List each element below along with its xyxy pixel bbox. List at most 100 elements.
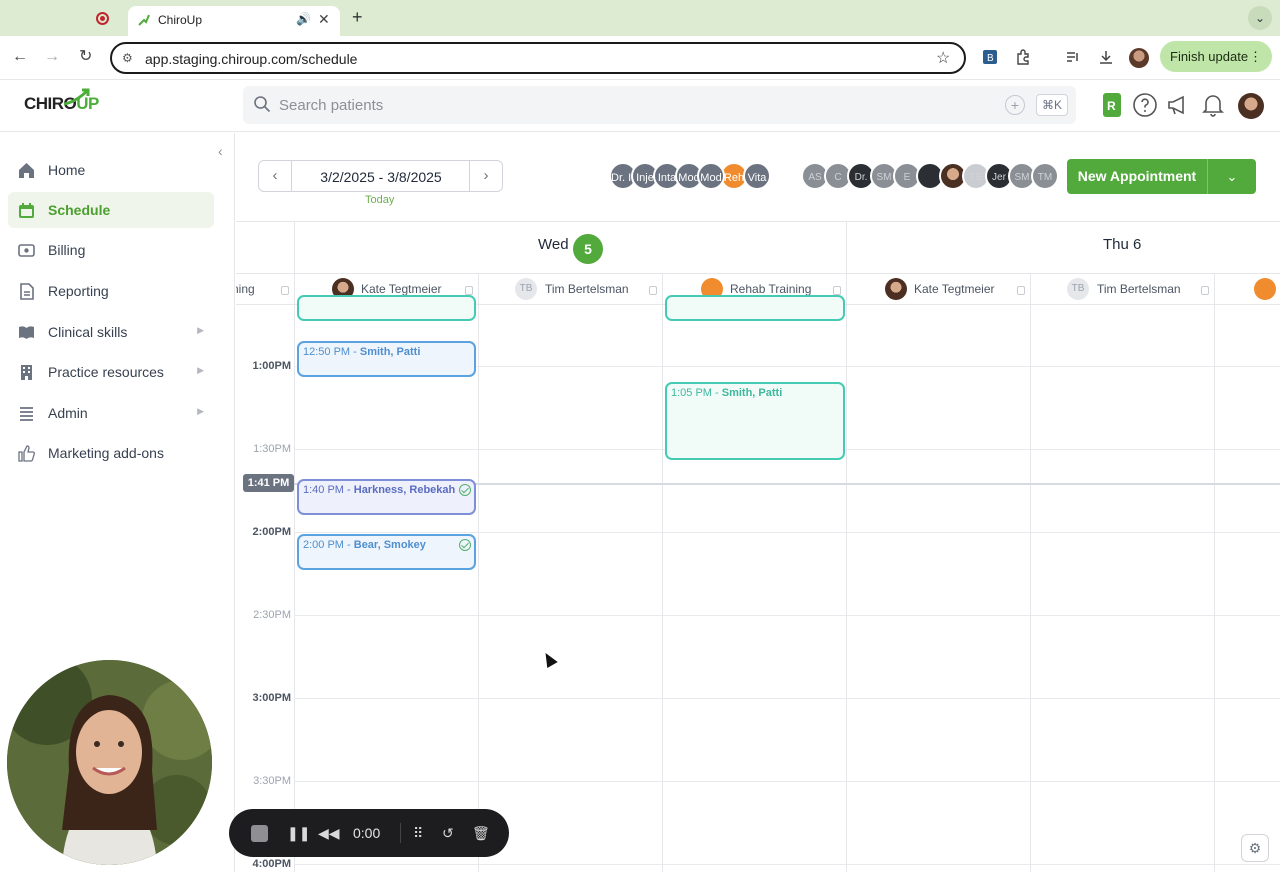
sidebar-item-label: Admin	[48, 405, 88, 421]
chevron-down-icon[interactable]: ⌄	[1207, 159, 1256, 194]
media-controls-icon[interactable]	[1065, 49, 1081, 65]
lock-icon[interactable]	[1201, 286, 1209, 295]
logo-swoosh-icon	[63, 88, 90, 106]
lock-icon[interactable]	[649, 286, 657, 295]
lock-icon[interactable]	[1017, 286, 1025, 295]
sidebar-item-label: Home	[48, 162, 86, 178]
time-label: 1:00PM	[252, 360, 291, 372]
user-avatar[interactable]	[1238, 93, 1264, 119]
site-settings-icon[interactable]: ⚙	[122, 51, 133, 65]
close-icon[interactable]: ✕	[318, 11, 330, 28]
forward-arrow-icon[interactable]: →	[44, 48, 60, 66]
chiroup-favicon-icon	[138, 14, 150, 26]
schedule-grid[interactable]: 1:00PM 1:30PM 2:00PM 2:30PM 3:00PM 3:30P…	[236, 295, 1280, 872]
trash-icon[interactable]: 🗑	[472, 824, 490, 842]
drag-handle-icon[interactable]: ⠿	[413, 824, 423, 842]
lock-icon[interactable]	[465, 286, 473, 295]
recording-tab-icon[interactable]	[96, 12, 109, 25]
provider-name: Tim Bertelsman	[1097, 282, 1181, 296]
bookmark-star-icon[interactable]: ☆	[936, 48, 950, 68]
filter-chip[interactable]: Mod	[697, 162, 725, 190]
new-appointment-button[interactable]: New Appointment ⌄	[1067, 159, 1256, 194]
restart-icon[interactable]: ↺	[442, 824, 454, 842]
appointment-block[interactable]	[297, 295, 476, 321]
lock-icon[interactable]	[833, 286, 841, 295]
sidebar-item-reporting[interactable]: Reporting	[8, 273, 214, 309]
lock-icon[interactable]	[281, 286, 289, 295]
today-link[interactable]: Today	[365, 194, 394, 206]
appointment-block[interactable]: 1:40 PM - Harkness, Rebekah	[297, 479, 476, 515]
finish-update-button[interactable]: Finish update ⋮	[1160, 41, 1272, 72]
collapse-sidebar-chevron-icon[interactable]: ‹	[218, 143, 223, 159]
previous-week-chevron-icon[interactable]: ‹	[259, 161, 292, 191]
extension-b-icon[interactable]: B	[982, 49, 998, 65]
date-range-label[interactable]: 3/2/2025 - 3/8/2025	[292, 169, 470, 185]
patient-search-input[interactable]: Search patients + ⌘K	[243, 86, 1076, 124]
staff-chip[interactable]: TM	[1031, 162, 1059, 190]
sidebar-item-admin[interactable]: Admin ▶	[8, 395, 214, 431]
sidebar-item-clinical-skills[interactable]: Clinical skills ▶	[8, 314, 214, 350]
provider-column-header[interactable]: Kate Tegtmeier	[846, 274, 1030, 305]
divider	[846, 222, 847, 275]
browser-profile-avatar[interactable]	[1129, 48, 1149, 68]
sidebar-item-schedule[interactable]: Schedule	[8, 192, 214, 228]
appointment-time: 1:40 PM	[303, 484, 344, 496]
report-icon	[20, 283, 34, 300]
sidebar-item-label: Practice resources	[48, 364, 164, 380]
prescription-icon[interactable]: R	[1099, 92, 1125, 118]
sidebar-item-billing[interactable]: Billing	[8, 232, 214, 268]
sidebar-item-label: Marketing add-ons	[48, 445, 164, 461]
schedule-main: ‹ 3/2/2025 - 3/8/2025 › Today Dr. Ima In…	[236, 133, 1280, 872]
divider	[1214, 274, 1215, 305]
gridline	[294, 781, 1280, 782]
notifications-bell-icon[interactable]	[1200, 92, 1226, 118]
browser-tab-chiroup[interactable]: ChiroUp 🔊 ✕	[128, 6, 340, 36]
day-label-wed[interactable]: Wed	[538, 236, 569, 253]
new-tab-button[interactable]: +	[352, 8, 363, 26]
extensions-puzzle-icon[interactable]	[1015, 49, 1031, 65]
today-date-badge[interactable]: 5	[573, 234, 603, 264]
speaker-icon[interactable]: 🔊	[296, 12, 311, 26]
stop-recording-button[interactable]	[251, 825, 268, 842]
appointment-block[interactable]	[665, 295, 845, 321]
day-label-thu[interactable]: Thu 6	[1103, 236, 1141, 253]
appointment-patient: Smith, Patti	[359, 346, 421, 358]
tab-search-chevron-icon[interactable]: ⌄	[1248, 6, 1272, 30]
submenu-arrow-icon: ▶	[197, 365, 204, 375]
billing-icon	[18, 244, 35, 257]
filter-chip[interactable]: Vita	[743, 162, 771, 190]
checked-in-icon	[459, 539, 471, 551]
megaphone-icon[interactable]	[1166, 92, 1192, 118]
time-label: 2:00PM	[252, 526, 291, 538]
reload-icon[interactable]: ↻	[79, 48, 92, 66]
next-week-chevron-icon[interactable]: ›	[469, 161, 502, 191]
search-shortcut-badge: ⌘K	[1036, 94, 1069, 116]
checked-in-icon	[459, 484, 471, 496]
sidebar-item-marketing-add-ons[interactable]: Marketing add-ons	[8, 435, 214, 471]
rewind-icon[interactable]: ◀◀	[318, 824, 340, 842]
appointment-block[interactable]: 12:50 PM - Smith, Patti	[297, 341, 476, 377]
pause-icon[interactable]: ❚❚	[287, 824, 310, 842]
svg-text:B: B	[987, 53, 994, 64]
column-divider	[294, 305, 295, 872]
time-label: 3:30PM	[253, 775, 291, 787]
address-bar[interactable]: ⚙ app.staging.chiroup.com/schedule ☆	[110, 42, 966, 74]
sidebar-item-practice-resources[interactable]: Practice resources ▶	[8, 354, 214, 390]
appointment-block[interactable]: 2:00 PM - Bear, Smokey	[297, 534, 476, 570]
time-label: 3:00PM	[252, 692, 291, 704]
provider-avatar: TB	[515, 278, 537, 300]
provider-column-header[interactable]: TB Tim Bertelsman	[478, 274, 662, 305]
provider-column-header[interactable]: TB Tim Bertelsman	[1030, 274, 1214, 305]
sidebar-item-home[interactable]: Home	[8, 152, 214, 188]
divider	[662, 274, 663, 305]
provider-column-header[interactable]	[1214, 274, 1280, 305]
provider-column-header[interactable]: ning	[236, 274, 294, 305]
divider	[846, 274, 847, 305]
webcam-overlay[interactable]	[7, 660, 212, 865]
add-patient-icon[interactable]: +	[1005, 95, 1025, 115]
back-arrow-icon[interactable]: ←	[12, 48, 28, 66]
appointment-block[interactable]: 1:05 PM - Smith, Patti	[665, 382, 845, 460]
download-icon[interactable]	[1098, 49, 1114, 65]
help-icon[interactable]	[1132, 92, 1158, 118]
calendar-settings-gear-icon[interactable]: ⚙	[1241, 834, 1269, 862]
